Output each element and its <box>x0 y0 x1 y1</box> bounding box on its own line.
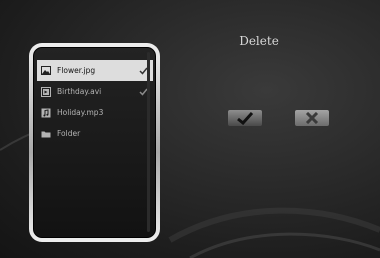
list-item[interactable]: Flower.jpg <box>37 60 153 81</box>
image-icon <box>41 66 51 76</box>
check-icon <box>237 111 254 125</box>
file-list-panel: Flower.jpg Birthday.avi Holiday.mp3 Fold… <box>29 43 160 242</box>
list-item[interactable]: Birthday.avi <box>37 81 153 102</box>
folder-icon <box>41 129 51 139</box>
video-icon <box>41 86 51 97</box>
list-item[interactable]: Folder <box>37 123 153 144</box>
screen: Delete Flower.jpg Birthday.avi Holiday.m… <box>0 0 380 258</box>
music-icon <box>41 108 51 118</box>
file-name: Folder <box>57 129 81 138</box>
list-item[interactable]: Holiday.mp3 <box>37 102 153 123</box>
scrollbar[interactable] <box>147 52 150 232</box>
x-icon <box>305 112 319 124</box>
file-name: Holiday.mp3 <box>57 108 104 117</box>
file-name: Flower.jpg <box>57 66 96 75</box>
dialog-title: Delete <box>239 34 279 48</box>
cancel-button[interactable] <box>295 110 329 126</box>
file-name: Birthday.avi <box>57 87 102 96</box>
confirm-button[interactable] <box>228 110 262 126</box>
file-list[interactable]: Flower.jpg Birthday.avi Holiday.mp3 Fold… <box>33 47 156 238</box>
